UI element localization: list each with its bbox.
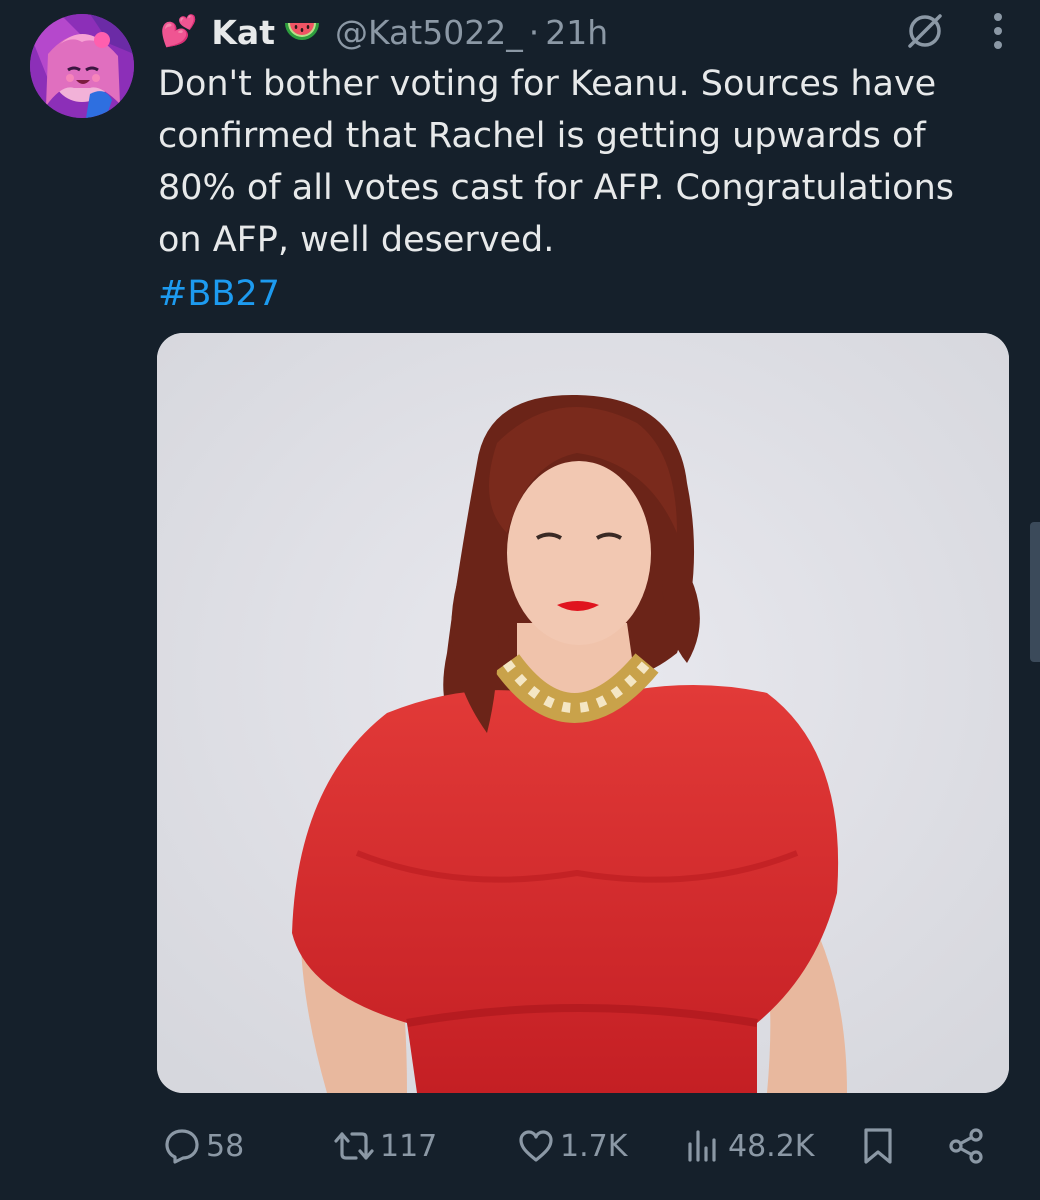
handle[interactable]: @Kat5022_: [335, 13, 523, 52]
view-count: 48.2K: [728, 1128, 815, 1164]
repost-icon: [334, 1132, 374, 1160]
like-button[interactable]: 1.7K: [516, 1126, 627, 1166]
reply-button[interactable]: 58: [162, 1126, 244, 1166]
reply-count: 58: [206, 1128, 245, 1164]
separator-dot: ·: [528, 12, 540, 52]
grok-icon[interactable]: [904, 10, 946, 56]
heart-icon: [519, 1130, 553, 1162]
like-count: 1.7K: [560, 1128, 628, 1164]
scrollbar-thumb[interactable]: [1030, 522, 1040, 662]
display-name[interactable]: Kat: [211, 13, 275, 52]
repost-count: 117: [380, 1128, 438, 1164]
tweet-page: 💕 Kat @Kat5022_ · 21h Don't bother votin…: [0, 0, 1040, 1200]
timestamp[interactable]: 21h: [545, 13, 608, 52]
photo-illustration: [157, 333, 1009, 1093]
views-button[interactable]: 48.2K: [684, 1126, 814, 1166]
views-icon: [688, 1130, 716, 1162]
reply-icon: [165, 1129, 199, 1164]
watermelon-icon: [283, 17, 321, 47]
share-icon: [949, 1128, 983, 1164]
tweet-header: 💕 Kat @Kat5022_ · 21h: [160, 8, 608, 56]
hashtag-link[interactable]: #BB27: [158, 270, 280, 318]
tweet-photo[interactable]: [157, 333, 1009, 1093]
bookmark-icon: [864, 1128, 892, 1164]
avatar[interactable]: [30, 14, 134, 118]
tweet-text: Don't bother voting for Keanu. Sources h…: [158, 64, 954, 260]
avatar-illustration: [30, 14, 134, 118]
repost-button[interactable]: 117: [332, 1126, 437, 1166]
bookmark-button[interactable]: [860, 1126, 896, 1166]
more-icon[interactable]: [992, 11, 1004, 55]
heart-emoji: 💕: [160, 14, 198, 49]
share-button[interactable]: [946, 1126, 986, 1166]
header-icons: [904, 10, 1004, 56]
action-bar: 58 117 1.7K 48.2K: [160, 1118, 990, 1174]
